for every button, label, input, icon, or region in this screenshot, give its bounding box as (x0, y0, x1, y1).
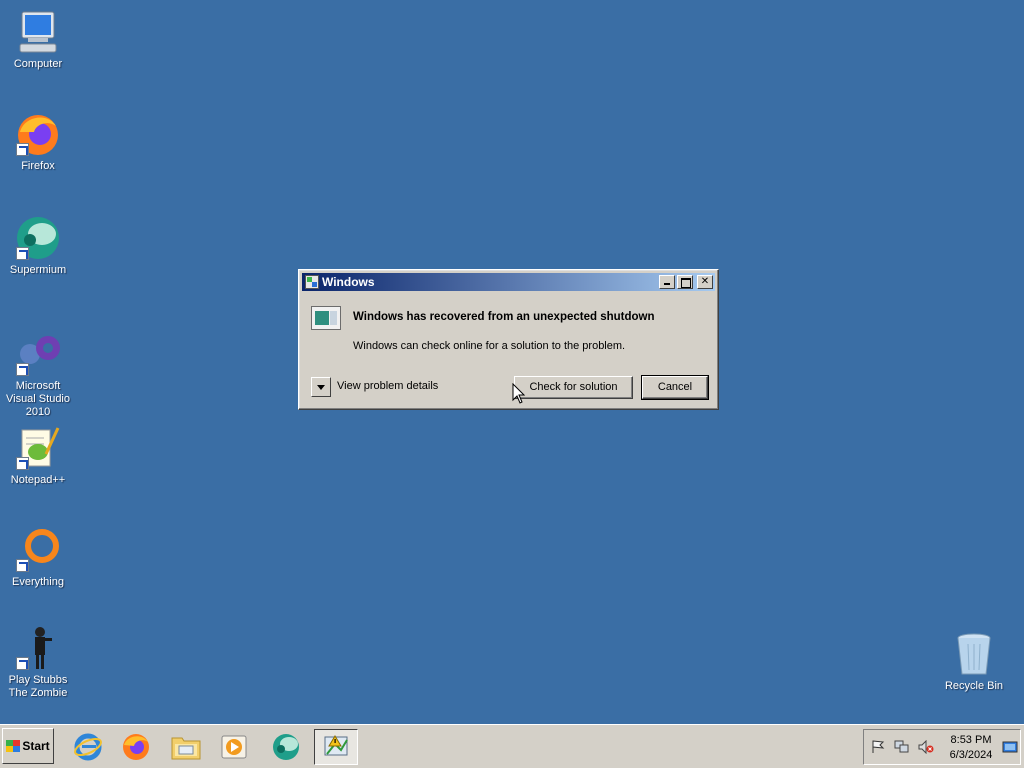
desktop-icon-notepad-plus-plus[interactable]: Notepad++ (0, 424, 76, 487)
dialog-heading: Windows has recovered from an unexpected… (353, 311, 655, 323)
shortcut-arrow-icon (16, 363, 29, 376)
start-button[interactable]: Start (2, 728, 54, 764)
shortcut-arrow-icon (16, 247, 29, 260)
taskbar-supermium[interactable] (264, 729, 308, 765)
action-center-flag-icon[interactable] (870, 740, 886, 754)
shortcut-arrow-icon (16, 143, 29, 156)
desktop-icon-recycle-bin[interactable]: Recycle Bin (936, 630, 1012, 693)
desktop-icon-supermium[interactable]: Supermium (0, 214, 76, 277)
desktop-icon-label: Microsoft Visual Studio 2010 (5, 380, 70, 418)
notepad-plus-plus-icon (14, 424, 62, 472)
network-icon[interactable] (894, 740, 910, 754)
desktop-icon-everything[interactable]: Everything (0, 526, 76, 589)
everything-icon (14, 526, 62, 574)
close-icon: ✕ (700, 276, 710, 287)
internet-explorer-icon (74, 733, 102, 761)
media-player-icon (221, 735, 247, 759)
cancel-button[interactable]: Cancel (641, 375, 709, 400)
problem-reports-icon (324, 735, 348, 756)
visual-studio-icon (14, 330, 62, 378)
view-details-toggle-button[interactable] (311, 377, 331, 397)
start-label: Start (22, 739, 50, 753)
clock[interactable]: 8:53 PM 6/3/2024 (942, 733, 1000, 763)
check-for-solution-button[interactable]: Check for solution (514, 376, 633, 399)
recovery-dialog: Windows ✕ Windows has recovered from an … (298, 269, 719, 410)
shortcut-arrow-icon (16, 559, 29, 572)
taskbar-problem-reports[interactable] (314, 729, 358, 765)
desktop-icon-label: Play Stubbs The Zombie (8, 674, 68, 699)
clock-time: 8:53 PM (950, 734, 992, 746)
maximize-button[interactable] (677, 275, 693, 289)
minimize-button[interactable] (659, 275, 675, 289)
windows-logo-icon (305, 275, 319, 289)
window-controls: ✕ (659, 275, 713, 289)
problem-reports-icon (311, 306, 341, 330)
desktop-icon-label: Supermium (9, 264, 67, 276)
taskbar-internet-explorer[interactable] (66, 729, 110, 765)
taskbar-firefox[interactable] (114, 729, 158, 765)
desktop-icon-label: Notepad++ (10, 474, 66, 486)
desktop-icon-firefox[interactable]: Firefox (0, 110, 76, 173)
recycle-bin-icon (950, 630, 998, 678)
dialog-title: Windows (322, 275, 375, 289)
show-desktop-icon[interactable] (1002, 740, 1018, 754)
taskbar-file-explorer[interactable] (164, 729, 208, 765)
volume-muted-icon[interactable] (918, 740, 934, 754)
desktop-icon-label: Everything (12, 576, 64, 588)
desktop-icon-stubbs-zombie[interactable]: Play Stubbs The Zombie (0, 624, 76, 700)
dialog-titlebar[interactable]: Windows ✕ (302, 273, 715, 291)
stubbs-zombie-icon (14, 624, 62, 672)
desktop-icon-computer[interactable]: Computer (0, 8, 76, 71)
taskbar: Start 8:53 PM 6/3/2024 (0, 724, 1024, 768)
windows-flag-icon (6, 740, 21, 752)
desktop-icon-label: Computer (13, 58, 63, 70)
computer-icon (14, 8, 62, 56)
taskbar-media-player[interactable] (212, 729, 256, 765)
close-button[interactable]: ✕ (697, 275, 713, 289)
supermium-icon (273, 734, 299, 760)
firefox-icon (123, 734, 149, 760)
dialog-message: Windows can check online for a solution … (353, 340, 626, 352)
desktop-icon-label: Firefox (21, 160, 55, 172)
desktop-icon-label: Recycle Bin (944, 680, 1004, 692)
mouse-cursor-icon (512, 383, 526, 404)
firefox-icon (14, 110, 62, 158)
view-details-label[interactable]: View problem details (337, 380, 438, 392)
supermium-icon (14, 214, 62, 262)
system-tray: 8:53 PM 6/3/2024 (863, 729, 1021, 765)
clock-date: 6/3/2024 (949, 749, 993, 761)
desktop-icon-visual-studio[interactable]: Microsoft Visual Studio 2010 (0, 330, 76, 419)
file-explorer-icon (171, 737, 201, 760)
shortcut-arrow-icon (16, 457, 29, 470)
shortcut-arrow-icon (16, 657, 29, 670)
